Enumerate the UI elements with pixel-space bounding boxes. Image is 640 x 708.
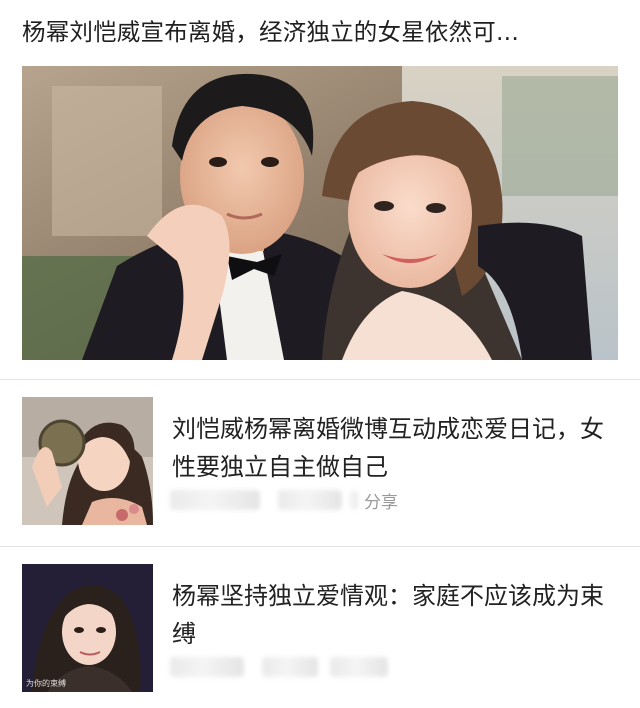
blurred-count [262, 657, 318, 677]
divider [0, 379, 640, 380]
divider [0, 546, 640, 547]
article-meta: 分享 [170, 488, 430, 513]
share-button[interactable]: 分享 [364, 488, 398, 513]
blurred-time [350, 490, 358, 510]
blurred-source [170, 490, 260, 510]
blurred-count [278, 490, 342, 510]
article-headline[interactable]: 杨幂刘恺威宣布离婚，经济独立的女星依然可... [22, 14, 622, 50]
thumbnail-image[interactable] [22, 397, 153, 525]
thumbnail-image[interactable]: 为你的束缚 [22, 564, 153, 692]
blurred-time [330, 657, 388, 677]
article-title[interactable]: 杨幂坚持独立爱情观：家庭不应该成为束缚 [172, 577, 627, 653]
article-meta [170, 657, 410, 679]
article-title[interactable]: 刘恺威杨幂离婚微博互动成恋爱日记，女性要独立自主做自己 [172, 410, 627, 486]
blurred-source [170, 657, 244, 677]
thumbnail-caption: 为你的束缚 [26, 679, 66, 688]
hero-image[interactable] [22, 66, 618, 360]
